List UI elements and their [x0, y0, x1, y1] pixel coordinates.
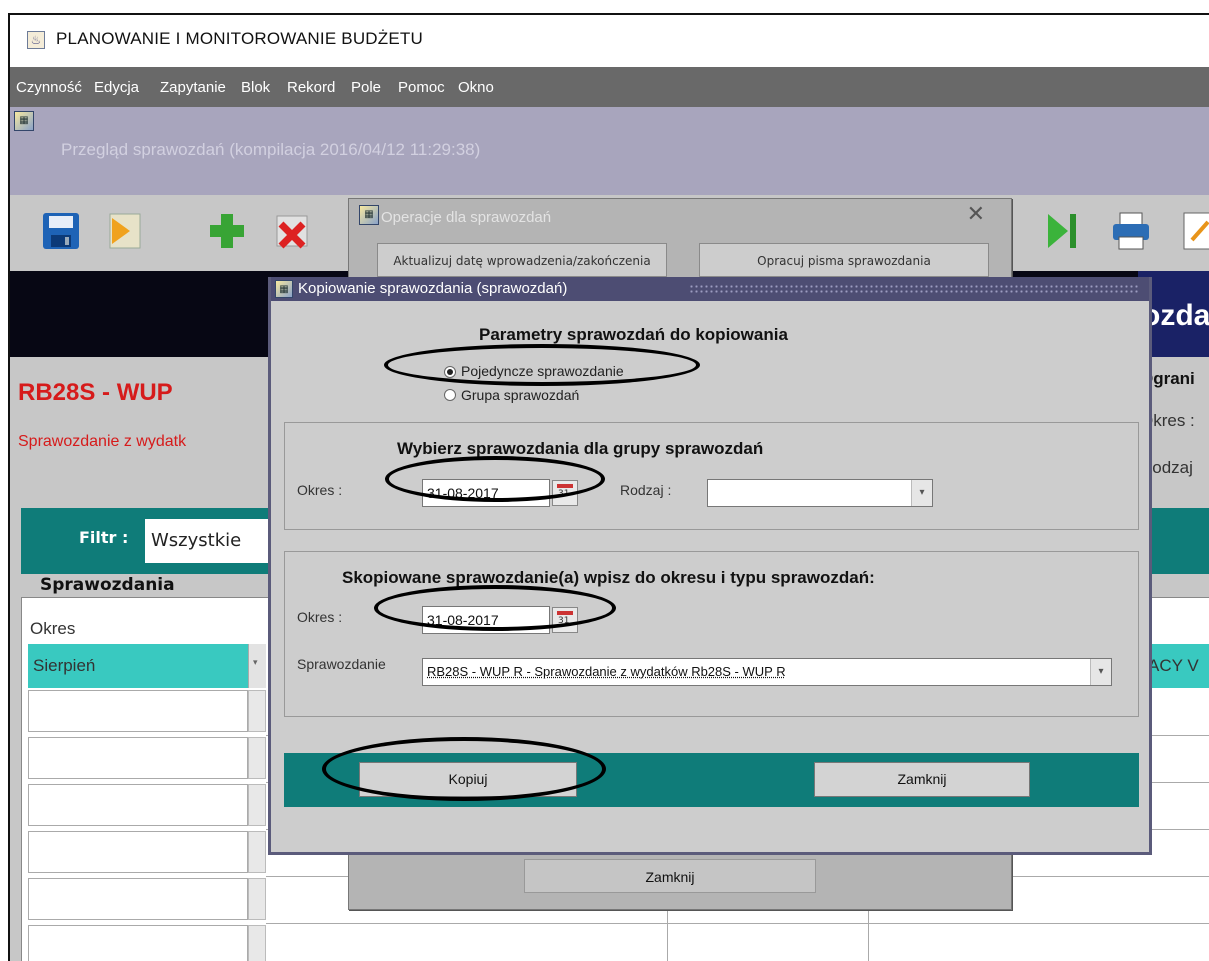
okres-cell[interactable] — [28, 690, 248, 732]
target-section: Skopiowane sprawozdanie(a) wpisz do okre… — [284, 551, 1139, 717]
print-icon[interactable] — [1110, 210, 1152, 252]
exit-icon[interactable] — [104, 210, 146, 252]
titlebar-grip — [689, 284, 1139, 294]
form-header: ▦ Przegląd sprawozdań (kompilacja 2016/0… — [10, 107, 1209, 195]
okres-cell-dropdown[interactable] — [248, 784, 266, 826]
filter-select[interactable]: Wszystkie — [145, 519, 285, 563]
okres-input[interactable]: 31-08-2017 — [422, 479, 550, 507]
menu-pomoc[interactable]: Pomoc — [398, 79, 445, 96]
okres-cell-dropdown[interactable] — [248, 878, 266, 920]
okres-cell-selected[interactable]: Sierpień — [28, 644, 248, 688]
okres-cell-dropdown[interactable] — [248, 737, 266, 779]
report-code: RB28S - WUP — [18, 379, 173, 406]
menu-rekord[interactable]: Rekord — [287, 79, 335, 96]
update-dates-button[interactable]: Aktualizuj datę wprowadzenia/zakończenia — [377, 243, 667, 277]
menu-bar: Czynność Edycja Zapytanie Blok Rekord Po… — [10, 67, 1209, 107]
operations-close-button[interactable]: Zamknij — [524, 859, 816, 893]
copy-params-heading: Parametry sprawozdań do kopiowania — [479, 325, 788, 344]
okres-cell-dropdown[interactable] — [248, 690, 266, 732]
target-okres-input[interactable]: 31-08-2017 — [422, 606, 550, 634]
edit-document-icon[interactable] — [1178, 210, 1209, 252]
copy-dialog-title: Kopiowanie sprawozdania (sprawozdań) — [298, 280, 568, 297]
report-description: Sprawozdanie z wydatk — [18, 433, 187, 450]
menu-pole[interactable]: Pole — [351, 79, 381, 96]
menu-czynnosc[interactable]: Czynność — [16, 79, 82, 96]
report-letters-button[interactable]: Opracuj pisma sprawozdania — [699, 243, 989, 277]
okres-cell-dropdown[interactable] — [248, 925, 266, 961]
calendar-icon[interactable]: 31 — [552, 480, 578, 506]
menu-zapytanie[interactable]: Zapytanie — [160, 79, 226, 96]
radio-single-report[interactable] — [444, 366, 456, 378]
select-group-section: Wybierz sprawozdania dla grupy sprawozda… — [284, 422, 1139, 530]
close-button[interactable]: Zamknij — [814, 762, 1030, 797]
title-bar: ♨ PLANOWANIE I MONITOROWANIE BUDŻETU — [10, 15, 1209, 67]
okres-cell[interactable] — [28, 878, 248, 920]
form-title: Przegląd sprawozdań (kompilacja 2016/04/… — [61, 140, 481, 159]
okres-cell[interactable] — [28, 925, 248, 961]
calendar-icon[interactable]: 31 — [552, 607, 578, 633]
menu-edycja[interactable]: Edycja — [94, 79, 139, 96]
okres-cell[interactable] — [28, 737, 248, 779]
column-okres-label: Okres — [30, 619, 76, 638]
radio-report-group[interactable] — [444, 389, 456, 401]
calendar-day: 31 — [558, 616, 570, 626]
chevron-down-icon[interactable]: ▾ — [1090, 659, 1111, 685]
sprawozdanie-select[interactable]: RB28S - WUP R - Sprawozdanie z wydatków … — [422, 658, 1112, 686]
okres-label: Okres : — [297, 482, 343, 498]
copy-report-dialog: ▦ Kopiowanie sprawozdania (sprawozdań) P… — [268, 277, 1152, 855]
operations-dialog-title: Operacje dla sprawozdań — [381, 209, 552, 226]
calendar-day: 31 — [558, 489, 570, 499]
form-icon: ▦ — [14, 111, 34, 131]
dialog-icon: ▦ — [359, 205, 379, 225]
copy-button[interactable]: Kopiuj — [359, 762, 577, 797]
delete-record-icon[interactable] — [271, 210, 313, 252]
app-window: ♨ PLANOWANIE I MONITOROWANIE BUDŻETU Czy… — [8, 13, 1209, 961]
rodzaj-label: Rodzaj : — [620, 482, 672, 498]
dialog-button-bar: Kopiuj Zamknij — [284, 753, 1139, 807]
menu-blok[interactable]: Blok — [241, 79, 270, 96]
okres-cell-dropdown[interactable] — [248, 831, 266, 873]
sprawozdanie-value: RB28S - WUP R - Sprawozdanie z wydatków … — [427, 664, 786, 679]
radio-report-group-label: Grupa sprawozdań — [461, 387, 580, 403]
save-icon[interactable] — [40, 210, 82, 252]
target-okres-label: Okres : — [297, 609, 343, 625]
target-heading: Skopiowane sprawozdanie(a) wpisz do okre… — [342, 568, 875, 587]
chevron-down-icon: ▾ — [253, 658, 258, 668]
dialog-icon: ▦ — [275, 280, 293, 298]
chevron-down-icon[interactable]: ▾ — [911, 480, 932, 506]
add-record-icon[interactable] — [206, 210, 248, 252]
select-group-heading: Wybierz sprawozdania dla grupy sprawozda… — [397, 439, 764, 458]
reports-group-label: Sprawozdania — [40, 575, 175, 595]
window-title: PLANOWANIE I MONITOROWANIE BUDŻETU — [56, 29, 423, 48]
copy-dialog-titlebar[interactable]: ▦ Kopiowanie sprawozdania (sprawozdań) — [271, 277, 1149, 301]
last-record-icon[interactable] — [1040, 210, 1082, 252]
grid-line — [266, 923, 1209, 924]
filter-label: Filtr : — [79, 528, 129, 547]
java-app-icon: ♨ — [27, 31, 45, 49]
okres-dropdown-button[interactable]: ▾ — [248, 644, 266, 688]
radio-single-report-label: Pojedyncze sprawozdanie — [461, 363, 624, 379]
banner-title-right-text: ozda — [1142, 299, 1209, 332]
menu-okno[interactable]: Okno — [458, 79, 494, 96]
okres-cell[interactable] — [28, 831, 248, 873]
rodzaj-select[interactable]: ▾ — [707, 479, 933, 507]
close-icon[interactable]: ✕ — [967, 202, 985, 227]
sprawozdanie-label: Sprawozdanie — [297, 656, 386, 672]
okres-cell[interactable] — [28, 784, 248, 826]
